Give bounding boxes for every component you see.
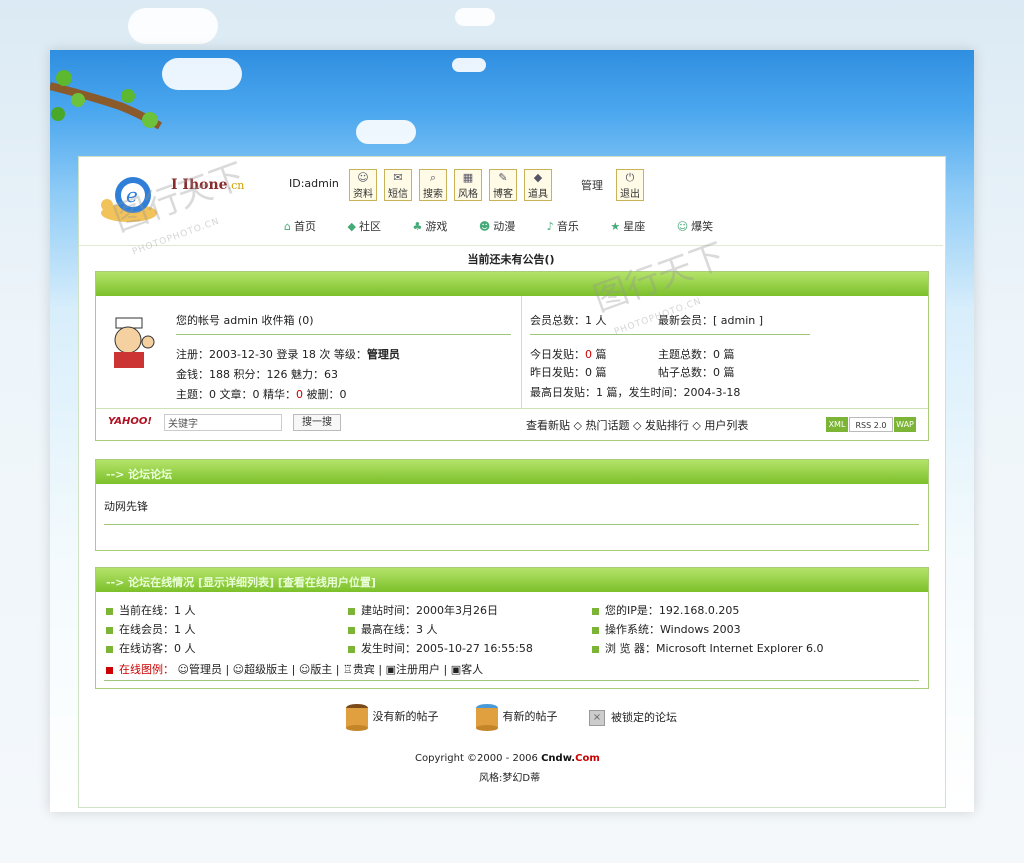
members-total: 会员总数：1 人 bbox=[530, 314, 607, 327]
panel-vertical-divider bbox=[521, 296, 522, 408]
blog-icon: ✎ bbox=[498, 171, 508, 184]
max-online-time: 发生时间：2005-10-27 16:55:58 bbox=[348, 640, 533, 656]
jokes-icon: ☺ bbox=[676, 220, 689, 233]
search-button[interactable]: 搜一搜 bbox=[293, 414, 341, 431]
site-founded: 建站时间：2000年3月26日 bbox=[348, 602, 498, 618]
props-icon: ◆ bbox=[533, 171, 543, 184]
toolbar-style-button[interactable]: ▦ 风格 bbox=[454, 169, 482, 201]
search-icon: ⌕ bbox=[429, 171, 437, 184]
moderator-icon: ☺ bbox=[298, 663, 311, 676]
nav-home[interactable]: ⌂ 首页 bbox=[284, 220, 330, 233]
toolbar-logout-button[interactable]: ⏻ 退出 bbox=[616, 169, 644, 201]
quick-links: 查看新贴 ◇ 热门话题 ◇ 发贴排行 ◇ 用户列表 bbox=[526, 419, 749, 432]
link-post-ranking[interactable]: 发贴排行 bbox=[645, 419, 689, 432]
lock-icon: × bbox=[589, 710, 605, 726]
legend-no-new-posts: 没有新的帖子 bbox=[345, 703, 439, 731]
vip-icon: ♖ bbox=[343, 663, 353, 676]
barrel-new-icon bbox=[476, 704, 498, 731]
user-ip: 您的IP是：192.168.0.205 bbox=[592, 602, 739, 618]
super-moderator-icon: ☺ bbox=[232, 663, 245, 676]
online-members: 在线会员：1 人 bbox=[106, 621, 196, 637]
forum-content: e I Ihone.cn ID:admin ☺ 资料 ✉ 短信 ⌕ 搜索 ▦ 风格 ✎ 博… bbox=[78, 156, 946, 808]
rss-badge[interactable]: RSS 2.0 bbox=[849, 417, 893, 432]
cloud bbox=[452, 58, 486, 72]
today-posts: 今日发贴：0 篇 bbox=[530, 348, 607, 361]
anime-icon: ☻ bbox=[478, 220, 491, 233]
topics-total: 主题总数：0 篇 bbox=[658, 348, 735, 361]
link-hot-topics[interactable]: 热门话题 bbox=[585, 419, 629, 432]
link-new-posts[interactable]: 查看新贴 bbox=[526, 419, 570, 432]
toolbar-profile-button[interactable]: ☺ 资料 bbox=[349, 169, 377, 201]
admin-icon: ☺ bbox=[177, 663, 189, 676]
online-header-bar: --> 论坛在线情况 [显示详细列表] [查看在线用户位置] bbox=[96, 568, 928, 592]
yesterday-posts: 昨日发贴：0 篇 bbox=[530, 366, 607, 379]
cloud bbox=[356, 120, 416, 144]
account-line: 您的帐号 admin 收件箱 (0) bbox=[176, 314, 314, 327]
link-user-list[interactable]: 用户列表 bbox=[704, 419, 748, 432]
logout-icon: ⏻ bbox=[625, 171, 635, 184]
panel-header-bar bbox=[96, 272, 928, 296]
online-guests: 在线访客：0 人 bbox=[106, 640, 196, 656]
nav-jokes[interactable]: ☺ 爆笑 bbox=[677, 220, 727, 233]
posts-total: 帖子总数：0 篇 bbox=[658, 366, 735, 379]
style-credit: 风格:梦幻D蒂 bbox=[479, 773, 541, 784]
toolbar-messages-button[interactable]: ✉ 短信 bbox=[384, 169, 412, 201]
palette-icon: ▦ bbox=[462, 171, 474, 184]
user-browser: 浏 览 器：Microsoft Internet Explorer 6.0 bbox=[592, 640, 824, 656]
main-nav: ⌂ 首页 ◆ 社区 ♣ 游戏 ☻ 动漫 ♪ 音乐 ★ 星座 ☺ 爆笑 bbox=[284, 218, 741, 234]
user-id-label: ID:admin bbox=[289, 177, 339, 190]
register-line: 注册：2003-12-30 登录 18 次 等级：管理员 bbox=[176, 348, 400, 361]
online-panel: --> 论坛在线情况 [显示详细列表] [查看在线用户位置] 当前在线：1 人 … bbox=[95, 567, 929, 689]
registered-user-icon: ▣ bbox=[385, 663, 396, 676]
toolbar-props-button[interactable]: ◆ 道具 bbox=[524, 169, 552, 201]
online-legend: 在线图例： ☺管理员 | ☺超级版主 | ☺版主 | ♖贵宾 | ▣注册用户 |… bbox=[106, 661, 483, 677]
barrel-icon bbox=[346, 704, 368, 731]
tree-branch-icon bbox=[50, 70, 163, 130]
user-stats-panel: 您的帐号 admin 收件箱 (0) 注册：2003-12-30 登录 18 次… bbox=[95, 271, 929, 441]
nav-horoscope[interactable]: ★ 星座 bbox=[610, 220, 659, 233]
divider bbox=[530, 334, 810, 335]
xml-badge[interactable]: XML bbox=[826, 417, 848, 432]
nav-community[interactable]: ◆ 社区 bbox=[347, 220, 394, 233]
search-input[interactable]: 关键字 bbox=[164, 414, 282, 431]
cloud bbox=[455, 8, 495, 26]
nav-anime[interactable]: ☻ 动漫 bbox=[479, 220, 529, 233]
divider bbox=[176, 334, 511, 335]
announcement: 当前还未有公告() bbox=[467, 253, 555, 266]
search-bar-divider bbox=[96, 408, 928, 409]
community-icon: ◆ bbox=[347, 220, 356, 233]
legend-new-posts: 有新的帖子 bbox=[475, 703, 558, 731]
nav-music[interactable]: ♪ 音乐 bbox=[547, 220, 593, 233]
yahoo-logo: YAHOO! bbox=[108, 416, 152, 427]
wap-badge[interactable]: WAP bbox=[894, 417, 916, 432]
envelope-icon: ✉ bbox=[393, 171, 403, 184]
forum-list-panel: --> 论坛论坛 动网先锋 bbox=[95, 459, 929, 551]
forum-item[interactable]: 动网先锋 bbox=[104, 498, 148, 514]
music-icon: ♪ bbox=[546, 220, 554, 233]
home-icon: ⌂ bbox=[284, 220, 291, 233]
max-online: 最高在线：3 人 bbox=[348, 621, 438, 637]
cloud bbox=[128, 8, 218, 44]
avatar bbox=[114, 317, 155, 368]
money-line: 金钱：188 积分：126 魅力：63 bbox=[176, 368, 338, 381]
user-os: 操作系统：Windows 2003 bbox=[592, 621, 741, 637]
cloud bbox=[162, 58, 242, 90]
posts-line: 主题：0 文章：0 精华：0 被删：0 bbox=[176, 388, 347, 401]
star-icon: ★ bbox=[610, 220, 621, 233]
legend-locked-forum: × 被锁定的论坛 bbox=[589, 709, 677, 726]
copyright: Copyright ©2000 - 2006 Cndw.Com bbox=[415, 753, 600, 764]
profile-icon: ☺ bbox=[357, 171, 369, 184]
toolbar-search-button[interactable]: ⌕ 搜索 bbox=[419, 169, 447, 201]
manage-link[interactable]: 管理 bbox=[581, 177, 603, 193]
toolbar-blog-button[interactable]: ✎ 博客 bbox=[489, 169, 517, 201]
games-icon: ♣ bbox=[412, 220, 423, 233]
nav-games[interactable]: ♣ 游戏 bbox=[412, 220, 461, 233]
max-day-posts: 最高日发贴：1 篇，发生时间：2004-3-18 bbox=[530, 386, 741, 399]
divider bbox=[104, 680, 919, 681]
forum-header-bar: --> 论坛论坛 bbox=[96, 460, 928, 484]
divider bbox=[104, 524, 919, 525]
guest-icon: ▣ bbox=[450, 663, 462, 676]
online-current: 当前在线：1 人 bbox=[106, 602, 196, 618]
